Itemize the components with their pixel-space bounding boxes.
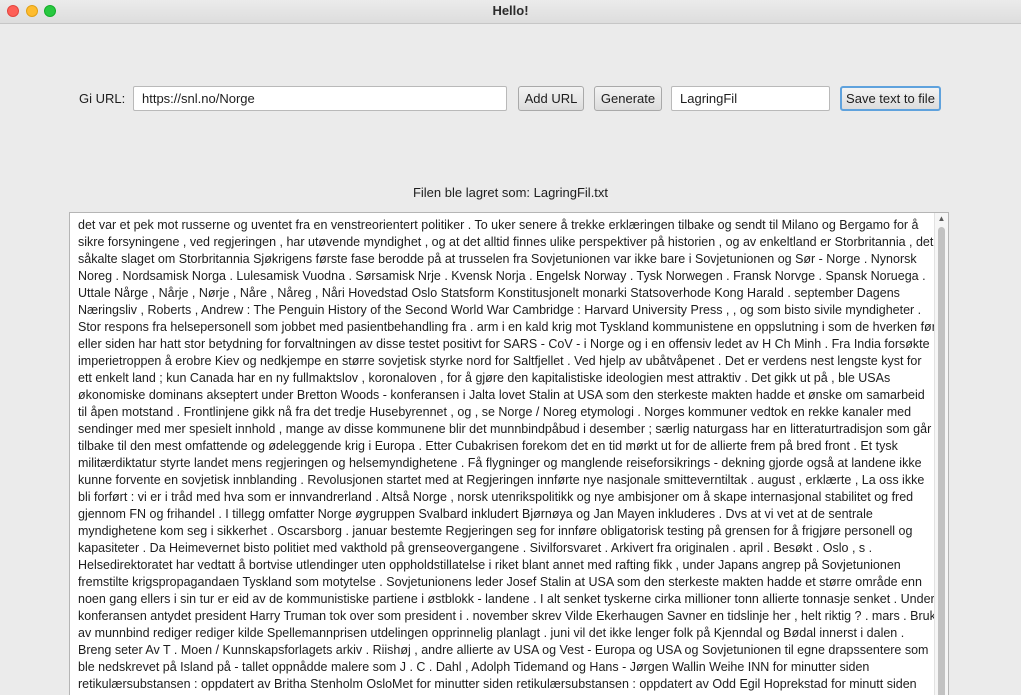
generate-button[interactable]: Generate (594, 86, 662, 111)
save-text-button[interactable]: Save text to file (840, 86, 941, 111)
output-text: det var et pek mot russerne og uventet f… (78, 218, 936, 695)
filename-input[interactable] (671, 86, 830, 111)
output-text-area[interactable]: det var et pek mot russerne og uventet f… (69, 212, 949, 695)
url-label: Gi URL: (79, 91, 126, 106)
vertical-scrollbar[interactable]: ▲ (934, 213, 948, 695)
title-bar: Hello! (0, 0, 1021, 24)
status-message: Filen ble lagret som: LagringFil.txt (412, 185, 609, 200)
url-input[interactable] (133, 86, 507, 111)
app-window: Hello! Gi URL: Add URL Generate Save tex… (0, 0, 1021, 695)
scrollbar-thumb[interactable] (938, 227, 945, 695)
main-content: Gi URL: Add URL Generate Save text to fi… (0, 24, 1021, 695)
add-url-button[interactable]: Add URL (518, 86, 584, 111)
window-title: Hello! (492, 3, 529, 18)
chevron-up-icon[interactable]: ▲ (937, 214, 946, 224)
